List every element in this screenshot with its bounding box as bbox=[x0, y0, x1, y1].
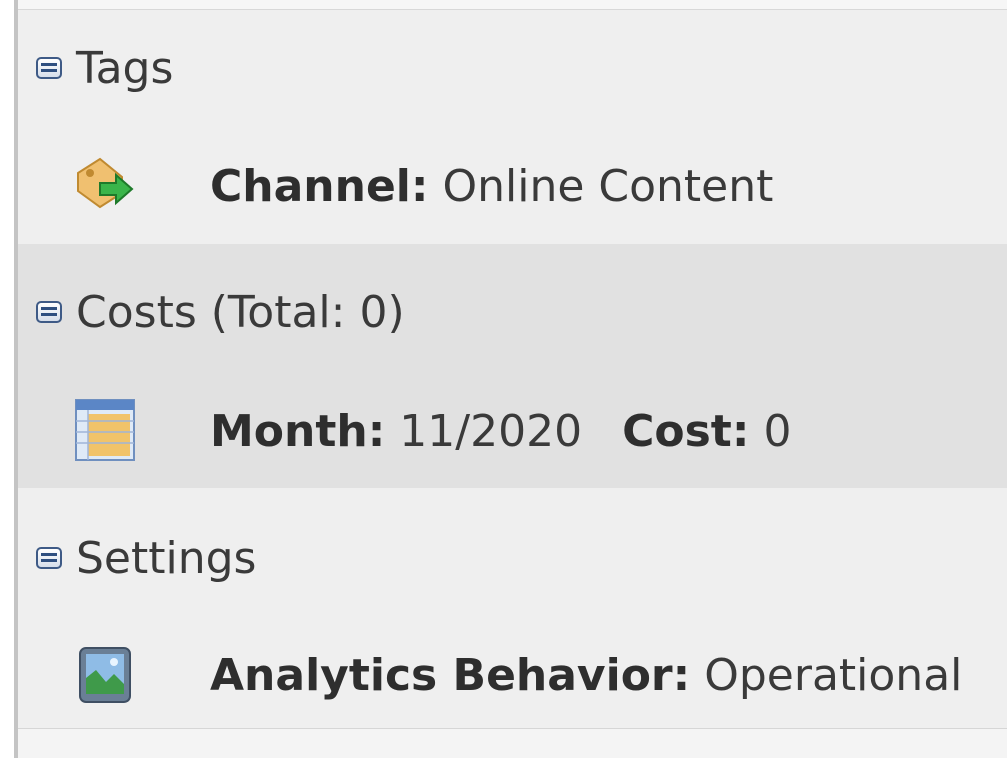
collapse-icon[interactable] bbox=[36, 301, 62, 323]
tags-header[interactable]: Tags bbox=[36, 38, 173, 98]
panel-top-edge bbox=[18, 0, 1007, 10]
settings-header[interactable]: Settings bbox=[36, 528, 256, 588]
costs-header[interactable]: Costs (Total: 0) bbox=[36, 282, 405, 342]
month-cost-text: Month: 11/2020 Cost: 0 bbox=[210, 406, 791, 457]
costs-section: Costs (Total: 0) Month: 11/2020 Cost: 0 bbox=[18, 244, 1007, 488]
collapse-icon[interactable] bbox=[36, 57, 62, 79]
channel-item[interactable]: Channel: Online Content bbox=[70, 151, 773, 221]
calendar-icon bbox=[70, 396, 140, 466]
tags-header-label: Tags bbox=[76, 42, 174, 94]
channel-key: Channel: bbox=[210, 160, 429, 212]
month-value: 11/2020 bbox=[399, 405, 583, 457]
costs-header-label: Costs (Total: 0) bbox=[76, 286, 405, 338]
month-key: Month: bbox=[210, 405, 386, 457]
next-section-edge bbox=[18, 729, 1007, 758]
month-cost-item[interactable]: Month: 11/2020 Cost: 0 bbox=[70, 396, 791, 466]
cost-key: Cost: bbox=[622, 405, 750, 457]
analytics-image-icon bbox=[70, 640, 140, 710]
analytics-behavior-item[interactable]: Analytics Behavior: Operational bbox=[70, 640, 962, 710]
collapse-icon[interactable] bbox=[36, 547, 62, 569]
analytics-behavior-value: Operational bbox=[704, 649, 963, 701]
analytics-behavior-text: Analytics Behavior: Operational bbox=[210, 650, 962, 701]
channel-value: Online Content bbox=[442, 160, 774, 212]
settings-section: Settings Analytics Behavior: Operational bbox=[18, 488, 1007, 729]
cost-value: 0 bbox=[763, 405, 792, 457]
channel-text: Channel: Online Content bbox=[210, 161, 773, 212]
settings-header-label: Settings bbox=[76, 532, 257, 584]
tags-section: Tags Channel: Online Content bbox=[18, 14, 1007, 244]
tag-arrow-icon bbox=[70, 151, 140, 221]
analytics-behavior-key: Analytics Behavior: bbox=[210, 649, 691, 701]
